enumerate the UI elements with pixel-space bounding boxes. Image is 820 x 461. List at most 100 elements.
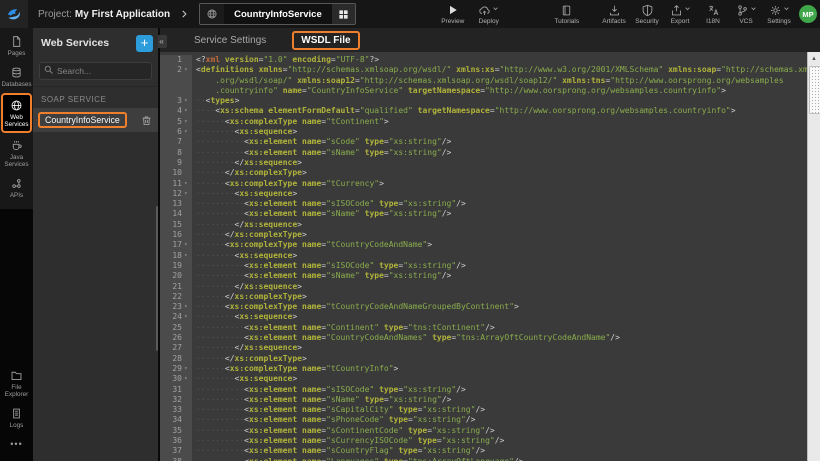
caret-down-icon[interactable]: [782, 4, 790, 12]
line-number-gutter: 14: [160, 209, 192, 219]
tutorials-button[interactable]: Tutorials: [552, 0, 582, 28]
soap-service-item[interactable]: CountryInfoService: [33, 108, 158, 132]
scroll-up-arrow-icon[interactable]: ▲: [808, 52, 820, 65]
fold-spacer: [184, 446, 192, 456]
settings-button[interactable]: Settings: [764, 0, 794, 28]
line-number-gutter: 29▾: [160, 364, 192, 374]
code-line: .countryinfo" name="CountryInfoService" …: [192, 86, 807, 96]
fold-arrow-icon[interactable]: ▾: [184, 364, 192, 374]
more-options-button[interactable]: •••: [0, 433, 33, 455]
line-number-gutter: 7: [160, 137, 192, 147]
app-logo[interactable]: [0, 0, 28, 28]
line-number-gutter: 6▾: [160, 127, 192, 137]
line-number: 17: [160, 240, 184, 250]
caret-down-icon[interactable]: [749, 4, 757, 12]
code-line: ······</xs:complexType>: [192, 292, 807, 302]
wsdl-code-editor[interactable]: 1<?xml version="1.0" encoding="UTF-8"?>2…: [160, 52, 807, 461]
sidebar-item-web-services[interactable]: Web Services: [1, 93, 32, 133]
tab-wsdl-file[interactable]: WSDL File: [292, 31, 359, 50]
artifacts-button[interactable]: Artifacts: [599, 0, 629, 28]
preview-button[interactable]: Preview: [438, 0, 468, 28]
fold-arrow-icon[interactable]: ▾: [184, 179, 192, 189]
fold-arrow-icon[interactable]: ▾: [184, 240, 192, 250]
code-row: 35··········<xs:element name="sContinent…: [160, 426, 807, 436]
fold-spacer: [184, 333, 192, 343]
line-number-gutter: 35: [160, 426, 192, 436]
security-button[interactable]: Security: [632, 0, 662, 28]
line-number: 11: [160, 179, 184, 189]
top-bar: Project:My First Application CountryInfo…: [0, 0, 820, 28]
export-icon: [670, 4, 683, 17]
deploy-button[interactable]: Deploy: [474, 0, 504, 28]
fold-arrow-icon[interactable]: ▾: [184, 374, 192, 384]
fold-spacer: [184, 271, 192, 281]
fold-arrow-icon[interactable]: ▾: [184, 302, 192, 312]
line-number-gutter: 21: [160, 282, 192, 292]
panel-scrollbar[interactable]: [156, 206, 158, 351]
export-label: Export: [671, 18, 690, 25]
line-number-gutter: 2▾: [160, 65, 192, 75]
fold-arrow-icon[interactable]: ▾: [184, 106, 192, 116]
code-line: .org/wsdl/soap/" xmlns:soap12="http://sc…: [192, 76, 807, 86]
scrollbar-thumb[interactable]: [809, 66, 820, 114]
tab-service-settings[interactable]: Service Settings: [194, 35, 266, 46]
add-service-button[interactable]: +: [136, 35, 153, 52]
code-row: 9········</xs:sequence>: [160, 158, 807, 168]
service-tab[interactable]: CountryInfoService: [199, 3, 356, 25]
code-line: ··········<xs:element name="sName" type=…: [192, 271, 807, 281]
delete-service-button[interactable]: [140, 114, 153, 127]
avatar[interactable]: MP: [799, 5, 817, 23]
code-line: ········<xs:sequence>: [192, 312, 807, 322]
sidebar-item-file-explorer[interactable]: File Explorer: [0, 364, 33, 402]
code-row: 33··········<xs:element name="sCapitalCi…: [160, 405, 807, 415]
fold-arrow-icon[interactable]: ▾: [184, 117, 192, 127]
vcs-button[interactable]: VCS: [731, 0, 761, 28]
sidebar-item-logs[interactable]: Logs: [0, 402, 33, 433]
code-row: 38··········<xs:element name="Languages"…: [160, 457, 807, 461]
caret-down-icon[interactable]: [491, 4, 499, 12]
line-number: 8: [160, 148, 184, 158]
code-line: ··········<xs:element name="sCurrencyISO…: [192, 436, 807, 446]
fold-spacer: [184, 457, 192, 461]
fold-spacer: [184, 343, 192, 353]
code-row: 1<?xml version="1.0" encoding="UTF-8"?>: [160, 55, 807, 65]
i18n-button[interactable]: I18N: [698, 0, 728, 28]
line-number-gutter: 36: [160, 436, 192, 446]
code-line: ······</xs:complexType>: [192, 354, 807, 364]
editor-scrollbar[interactable]: ▲: [807, 52, 820, 461]
fold-arrow-icon[interactable]: ▾: [184, 65, 192, 75]
vcs-label: VCS: [739, 18, 752, 25]
fold-arrow-icon[interactable]: ▾: [184, 312, 192, 322]
line-number-gutter: 17▾: [160, 240, 192, 250]
app-window: Project:My First Application CountryInfo…: [0, 0, 820, 461]
sidebar-item-pages[interactable]: Pages: [0, 30, 33, 61]
code-row: 22······</xs:complexType>: [160, 292, 807, 302]
sidebar-item-databases[interactable]: Databases: [0, 61, 33, 92]
main-area: « Service SettingsWSDL File 1<?xml versi…: [160, 28, 820, 461]
fold-arrow-icon[interactable]: ▾: [184, 127, 192, 137]
fold-spacer: [184, 261, 192, 271]
sidebar-item-java-services[interactable]: Java Services: [0, 134, 33, 172]
fold-arrow-icon[interactable]: ▾: [184, 189, 192, 199]
line-number: 3: [160, 96, 184, 106]
code-row: 32··········<xs:element name="sName" typ…: [160, 395, 807, 405]
fold-arrow-icon[interactable]: ▾: [184, 251, 192, 261]
download-icon: [608, 4, 621, 17]
grid-icon[interactable]: [332, 4, 355, 24]
fold-spacer: [184, 220, 192, 230]
line-number-gutter: [160, 86, 192, 96]
search-input[interactable]: [39, 62, 152, 80]
line-number: [160, 76, 184, 86]
code-row: 3▾··<types>: [160, 96, 807, 106]
code-row: 2▾<definitions xmlns="http://schemas.xml…: [160, 65, 807, 75]
line-number: 23: [160, 302, 184, 312]
line-number: 4: [160, 106, 184, 116]
line-number: 16: [160, 230, 184, 240]
code-line: ······<xs:complexType name="tCountryCode…: [192, 302, 807, 312]
export-button[interactable]: Export: [665, 0, 695, 28]
line-number-gutter: 9: [160, 158, 192, 168]
fold-spacer: [184, 76, 192, 86]
caret-down-icon[interactable]: [683, 4, 691, 12]
sidebar-item-apis[interactable]: APIs: [0, 172, 33, 203]
fold-arrow-icon[interactable]: ▾: [184, 96, 192, 106]
